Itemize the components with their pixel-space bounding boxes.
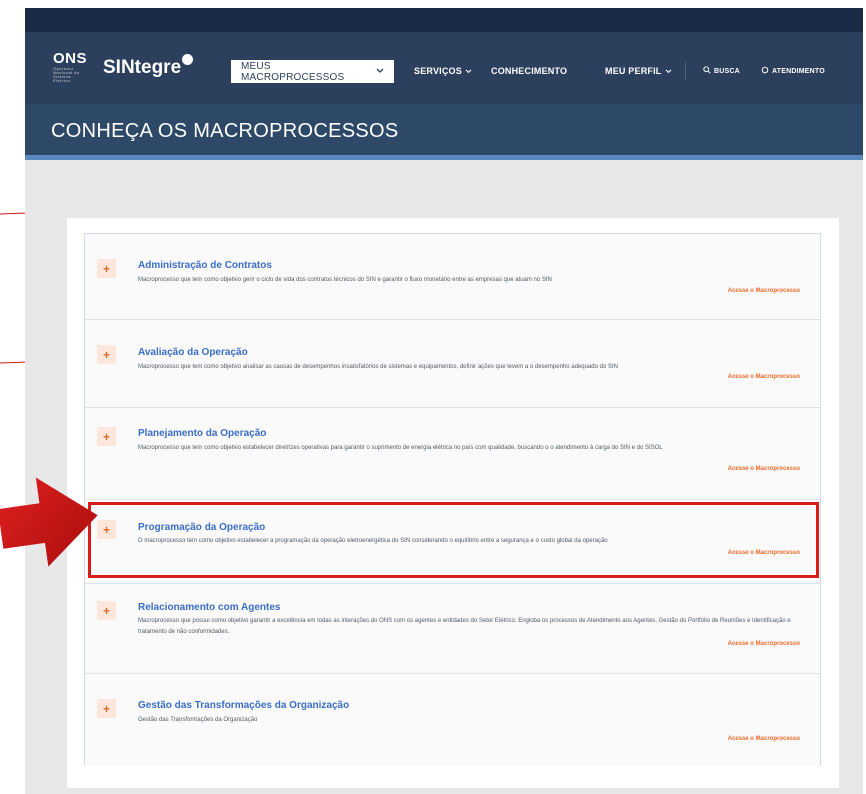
expand-icon[interactable]: + bbox=[97, 601, 116, 620]
access-macroprocess-link[interactable]: Acesse o Macroprocesso bbox=[728, 374, 800, 380]
expand-icon[interactable]: + bbox=[97, 259, 116, 278]
sintegre-logo[interactable]: SINtegre bbox=[103, 53, 194, 79]
nav-meus-macroprocessos[interactable]: MEUS MACROPROCESSOS bbox=[231, 60, 394, 83]
macroprocess-list: + Administração de Contratos Macroproces… bbox=[84, 233, 821, 766]
nav-atendimento-label: ATENDIMENTO bbox=[772, 67, 825, 75]
list-item-title[interactable]: Gestão das Transformações da Organização bbox=[138, 700, 349, 711]
list-item[interactable]: + Relacionamento com Agentes Macroproces… bbox=[85, 584, 820, 674]
chat-icon bbox=[761, 66, 769, 76]
page-title: CONHEÇA OS MACROPROCESSOS bbox=[51, 120, 399, 142]
search-icon bbox=[703, 66, 711, 76]
access-macroprocess-link[interactable]: Acesse o Macroprocesso bbox=[728, 550, 800, 556]
sintegre-logo-mark-icon bbox=[182, 53, 194, 65]
list-item-description: Macroprocesso que tem como objetivo anal… bbox=[138, 364, 618, 370]
access-macroprocess-link[interactable]: Acesse o Macroprocesso bbox=[728, 466, 800, 472]
nav-servicos[interactable]: SERVIÇOS bbox=[414, 66, 472, 76]
list-item[interactable]: + Avaliação da Operação Macroprocesso qu… bbox=[85, 320, 820, 408]
list-item-description: Gestão das Transformações da Organização bbox=[138, 717, 258, 723]
list-item-description: O macroprocesso tem como objetivo estabe… bbox=[138, 538, 608, 544]
list-item[interactable]: + Programação da Operação O macroprocess… bbox=[85, 500, 820, 584]
nav-divider bbox=[685, 62, 686, 80]
list-item-title[interactable]: Planejamento da Operação bbox=[138, 428, 266, 439]
title-bar: CONHEÇA OS MACROPROCESSOS bbox=[25, 104, 863, 160]
page: ONS Operador Nacional do Sistema Elétric… bbox=[0, 0, 866, 794]
nav-meus-macroprocessos-label: MEUS MACROPROCESSOS bbox=[241, 60, 345, 83]
access-macroprocess-link[interactable]: Acesse o Macroprocesso bbox=[728, 641, 800, 647]
ons-logo[interactable]: ONS Operador Nacional do Sistema Elétric… bbox=[53, 50, 89, 83]
list-item-description: Macroprocesso que tem como objetivo geri… bbox=[138, 277, 552, 283]
nav-conhecimento-label: CONHECIMENTO bbox=[491, 66, 568, 76]
main-menu: MEUS MACROPROCESSOS bbox=[231, 60, 394, 83]
nav-conhecimento[interactable]: CONHECIMENTO bbox=[491, 66, 567, 76]
list-item-title[interactable]: Programação da Operação bbox=[138, 522, 265, 533]
expand-icon[interactable]: + bbox=[97, 427, 116, 446]
brand[interactable]: ONS Operador Nacional do Sistema Elétric… bbox=[53, 50, 194, 83]
nav-busca-label: BUSCA bbox=[714, 67, 740, 75]
ons-logo-subtitle: Operador Nacional do Sistema Elétrico bbox=[53, 66, 80, 83]
list-item-description: Macroprocesso que possui como objetivo g… bbox=[138, 618, 791, 635]
nav-busca[interactable]: BUSCA bbox=[703, 66, 740, 76]
list-item-title[interactable]: Administração de Contratos bbox=[138, 260, 272, 271]
expand-icon[interactable]: + bbox=[97, 345, 116, 364]
list-item-title[interactable]: Avaliação da Operação bbox=[138, 347, 248, 358]
ons-logo-text: ONS bbox=[53, 50, 88, 67]
chevron-down-icon bbox=[376, 66, 384, 77]
list-item[interactable]: + Gestão das Transformações da Organizaç… bbox=[85, 674, 820, 766]
chevron-down-icon bbox=[465, 66, 472, 76]
expand-icon[interactable]: + bbox=[97, 699, 116, 718]
nav-atendimento[interactable]: ATENDIMENTO bbox=[761, 66, 825, 76]
list-item-title[interactable]: Relacionamento com Agentes bbox=[138, 602, 280, 613]
access-macroprocess-link[interactable]: Acesse o Macroprocesso bbox=[728, 736, 800, 742]
nav-meu-perfil[interactable]: MEU PERFIL bbox=[605, 66, 672, 76]
sintegre-logo-text: SINtegre bbox=[103, 56, 182, 78]
content-card: + Administração de Contratos Macroproces… bbox=[67, 218, 839, 788]
chevron-down-icon bbox=[665, 66, 672, 76]
navbar: ONS Operador Nacional do Sistema Elétric… bbox=[25, 32, 863, 104]
list-item[interactable]: + Planejamento da Operação Macroprocesso… bbox=[85, 408, 820, 500]
top-strip bbox=[25, 8, 863, 32]
nav-servicos-label: SERVIÇOS bbox=[414, 66, 462, 76]
nav-meu-perfil-label: MEU PERFIL bbox=[605, 66, 662, 76]
pointer-arrow-icon bbox=[0, 477, 98, 567]
access-macroprocess-link[interactable]: Acesse o Macroprocesso bbox=[728, 288, 800, 294]
list-item[interactable]: + Administração de Contratos Macroproces… bbox=[85, 234, 820, 320]
list-item-description: Macroprocesso que tem como objetivo esta… bbox=[138, 445, 663, 451]
callout-outline bbox=[0, 212, 28, 364]
